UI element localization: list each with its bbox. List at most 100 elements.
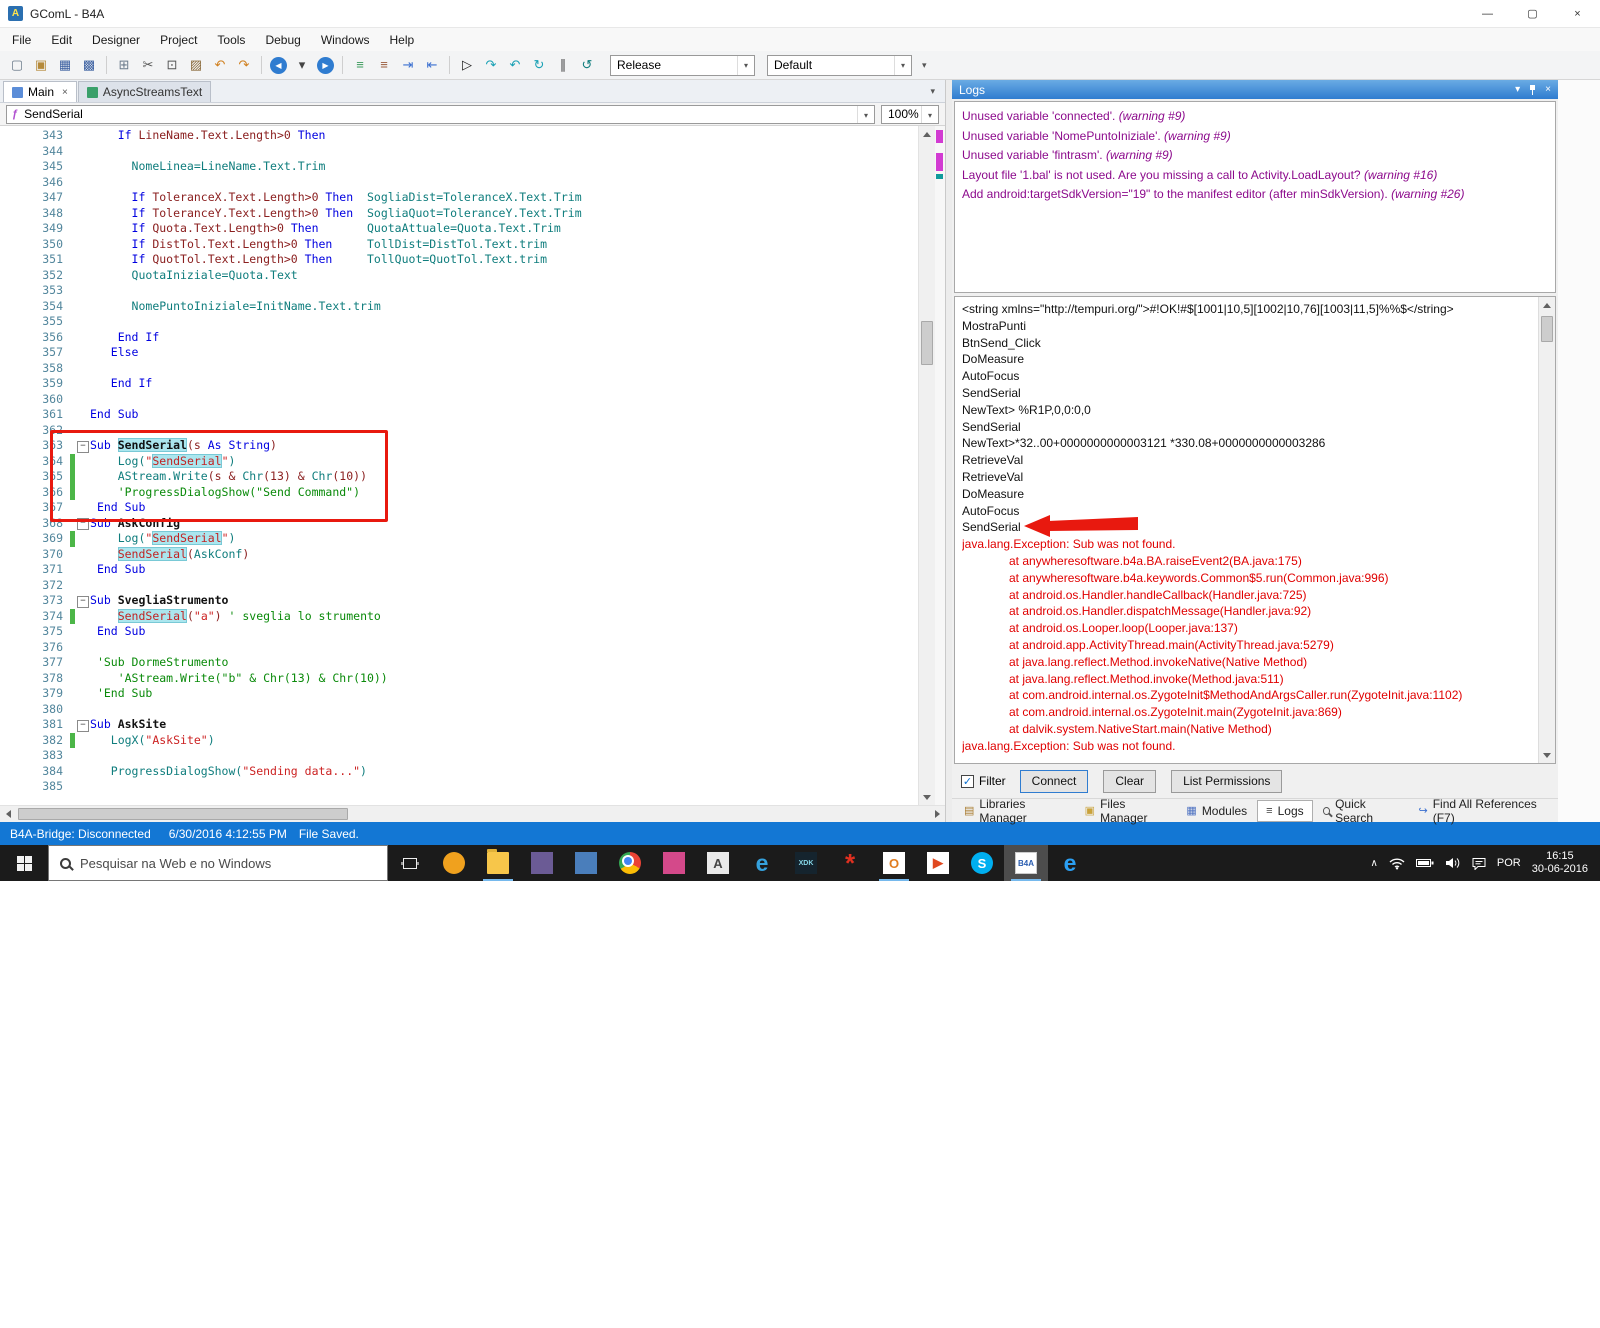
minimize-button[interactable]: — (1465, 0, 1510, 27)
editor-hscrollbar[interactable] (0, 805, 945, 822)
code-line[interactable]: 378 'AStream.Write("b" & Chr(13) & Chr(1… (0, 671, 918, 687)
scroll-left-button[interactable] (0, 806, 16, 822)
scrollbar-thumb[interactable] (1541, 316, 1553, 342)
code-line[interactable]: 354 NomePuntoIniziale=InitName.Text.trim (0, 299, 918, 315)
filter-checkbox[interactable]: ✓ (961, 774, 974, 788)
code-line[interactable]: 355 (0, 314, 918, 330)
code-line[interactable]: 383 (0, 748, 918, 764)
copy-icon[interactable]: ⊡ (161, 54, 183, 76)
blue-doc-app[interactable] (564, 845, 608, 881)
code-line[interactable]: 350 If DistTol.Text.Length>0 Then TollDi… (0, 237, 918, 253)
log-entry[interactable]: at anywheresoftware.b4a.keywords.Common$… (962, 570, 1538, 587)
panel-tab-libraries-manager[interactable]: ▤ Libraries Manager (956, 794, 1075, 828)
code-line[interactable]: 380 (0, 702, 918, 718)
log-entry[interactable]: at android.app.ActivityThread.main(Activ… (962, 637, 1538, 654)
log-entry[interactable]: at anywheresoftware.b4a.BA.raiseEvent2(B… (962, 553, 1538, 570)
toolbar-overflow-icon[interactable]: ▾ (922, 60, 927, 71)
code-line[interactable]: 384 ProgressDialogShow("Sending data..."… (0, 764, 918, 780)
log-entry[interactable]: at com.android.internal.os.ZygoteInit$Me… (962, 687, 1538, 704)
code-line[interactable]: 382 LogX("AskSite") (0, 732, 918, 748)
scroll-up-button[interactable] (919, 126, 935, 142)
skype-app[interactable]: S (960, 845, 1004, 881)
code-line[interactable]: 347 If ToleranceX.Text.Length>0 Then Sog… (0, 190, 918, 206)
zoom-dropdown[interactable]: 100% ▾ (881, 104, 939, 124)
code-line[interactable]: 371 End Sub (0, 562, 918, 578)
scrollbar-thumb[interactable] (18, 808, 348, 820)
search-input[interactable] (80, 855, 387, 871)
code-line[interactable]: 373 Sub SvegliaStrumento (0, 593, 918, 609)
code-line[interactable]: 343 If LineName.Text.Length>0 Then (0, 128, 918, 144)
pause-icon[interactable]: ∥ (552, 54, 574, 76)
code-line[interactable]: 376 (0, 640, 918, 656)
clear-button[interactable]: Clear (1103, 769, 1157, 793)
code-line[interactable]: 345 NomeLinea=LineName.Text.Trim (0, 159, 918, 175)
pin-icon[interactable] (1528, 84, 1537, 95)
scrollbar-thumb[interactable] (921, 321, 933, 365)
code-line[interactable]: 348 If ToleranceY.Text.Length>0 Then Sog… (0, 206, 918, 222)
warning-message[interactable]: Unused variable 'connected'. (warning #9… (962, 107, 1548, 127)
code-line[interactable]: 356 End If (0, 330, 918, 346)
panel-tab-quick-search[interactable]: Quick Search (1315, 794, 1409, 828)
clock[interactable]: 16:15 30-06-2016 (1532, 850, 1588, 876)
warning-message[interactable]: Add android:targetSdkVersion="19" to the… (962, 185, 1548, 205)
notification-icon[interactable] (1472, 857, 1486, 870)
taskbar-search[interactable] (48, 845, 388, 881)
cut-icon[interactable]: ✂ (137, 54, 159, 76)
menu-designer[interactable]: Designer (82, 29, 150, 51)
code-line[interactable]: 375 End Sub (0, 624, 918, 640)
menu-windows[interactable]: Windows (311, 29, 380, 51)
menu-help[interactable]: Help (380, 29, 425, 51)
panel-tab-files-manager[interactable]: ▣ Files Manager (1077, 794, 1177, 828)
code-line[interactable]: 346 (0, 175, 918, 191)
back-history-icon[interactable]: ▾ (291, 54, 313, 76)
pink-app[interactable] (652, 845, 696, 881)
chevron-up-icon[interactable]: ∧ (1371, 858, 1378, 869)
new-file-icon[interactable]: ▢ (6, 54, 28, 76)
tabs-overflow-icon[interactable]: ▾ (930, 86, 935, 97)
indent-icon[interactable]: ⇥ (397, 54, 419, 76)
code-line[interactable]: 352 QuotaIniziale=Quota.Text (0, 268, 918, 284)
filter-toggle[interactable]: ✓ Filter (961, 774, 1006, 788)
menu-project[interactable]: Project (150, 29, 207, 51)
code-line[interactable]: 372 (0, 578, 918, 594)
step-out-icon[interactable]: ↻ (528, 54, 550, 76)
code-line[interactable]: 349 If Quota.Text.Length>0 Then QuotaAtt… (0, 221, 918, 237)
code-line[interactable]: 360 (0, 392, 918, 408)
media-player-app[interactable]: ▶ (916, 845, 960, 881)
log-entry[interactable]: SendSerial (962, 419, 1538, 436)
tab-close-icon[interactable]: × (62, 87, 68, 98)
log-entry[interactable]: at android.os.Handler.handleCallback(Han… (962, 587, 1538, 604)
code-line[interactable]: 357 Else (0, 345, 918, 361)
log-entry[interactable]: RetrieveVal (962, 452, 1538, 469)
log-entry[interactable]: at java.lang.reflect.Method.invoke(Metho… (962, 671, 1538, 688)
log-entry[interactable]: AutoFocus (962, 368, 1538, 385)
a-app[interactable]: A (696, 845, 740, 881)
close-button[interactable]: × (1555, 0, 1600, 27)
menu-file[interactable]: File (2, 29, 41, 51)
log-entry[interactable]: at com.android.internal.os.ZygoteInit.ma… (962, 704, 1538, 721)
task-view-button[interactable] (388, 845, 432, 881)
scroll-down-button[interactable] (919, 789, 935, 805)
menu-debug[interactable]: Debug (255, 29, 310, 51)
log-entry[interactable]: NewText> %R1P,0,0:0,0 (962, 402, 1538, 419)
outlook-app[interactable]: O (872, 845, 916, 881)
uncomment-icon[interactable]: ≡ (373, 54, 395, 76)
undo-icon[interactable]: ↶ (209, 54, 231, 76)
code-line[interactable]: 381 Sub AskSite (0, 717, 918, 733)
panel-tab-find-all-references-f7[interactable]: ↪ Find All References (F7) (1410, 794, 1558, 828)
comment-icon[interactable]: ≡ (349, 54, 371, 76)
list-permissions-button[interactable]: List Permissions (1171, 769, 1283, 793)
code-line[interactable]: 369 Log("SendSerial") (0, 531, 918, 547)
designer-icon[interactable]: ⊞ (113, 54, 135, 76)
outdent-icon[interactable]: ⇤ (421, 54, 443, 76)
log-entry[interactable]: DoMeasure (962, 486, 1538, 503)
fold-collapse-icon[interactable] (75, 717, 90, 733)
b4a-app[interactable]: B4A (1004, 845, 1048, 881)
battery-icon[interactable] (1415, 858, 1434, 868)
intel-xdk-app[interactable]: XDK (784, 845, 828, 881)
warning-message[interactable]: Unused variable 'NomePuntoIniziale'. (wa… (962, 127, 1548, 147)
close-panel-icon[interactable]: × (1545, 84, 1551, 95)
tab-main[interactable]: Main × (3, 81, 77, 102)
scroll-down-button[interactable] (1539, 747, 1555, 763)
code-line[interactable]: 379 'End Sub (0, 686, 918, 702)
